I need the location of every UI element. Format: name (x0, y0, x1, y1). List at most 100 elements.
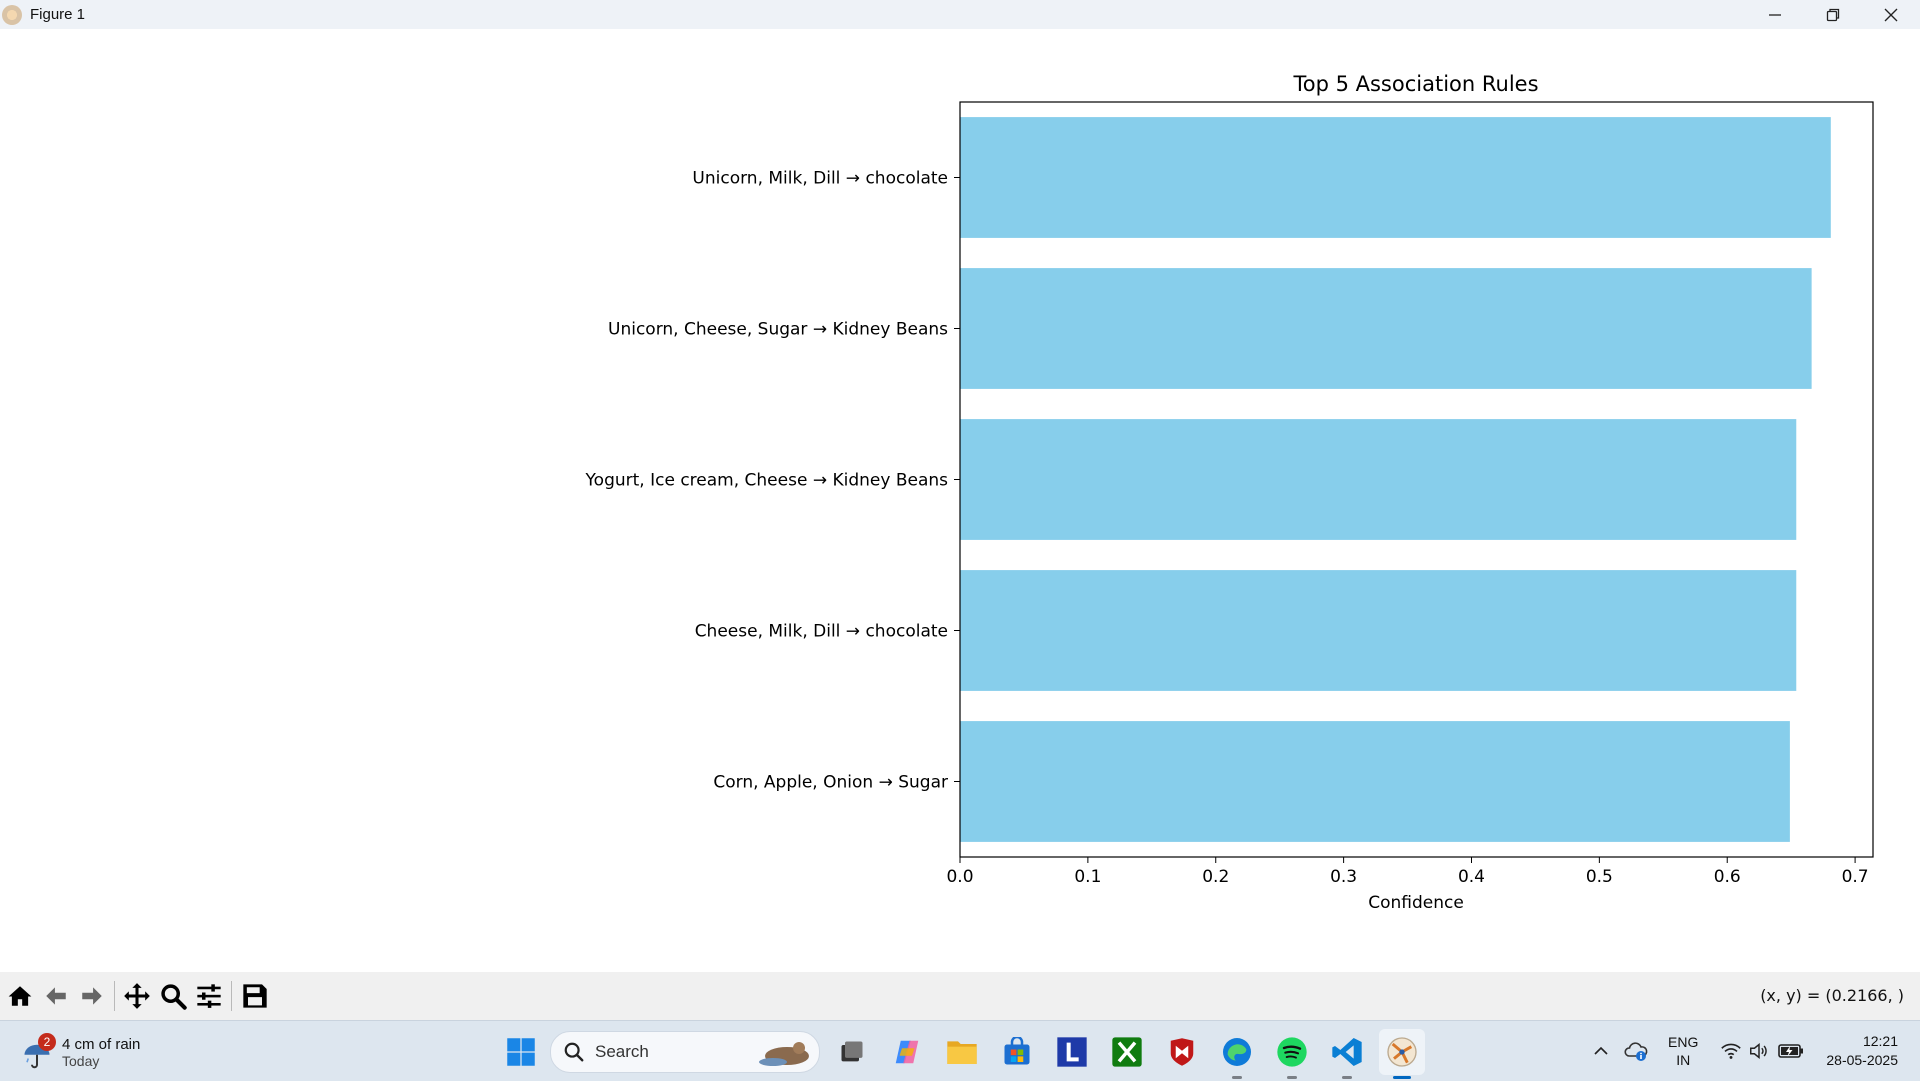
active-window-indicator (1393, 1076, 1411, 1079)
matplotlib-app-icon (2, 4, 22, 25)
vscode-button[interactable] (1324, 1029, 1370, 1079)
weather-day: Today (62, 1052, 100, 1069)
weather-text: 4 cm of rain Today (62, 1036, 140, 1069)
show-hidden-icons-button[interactable] (1592, 1042, 1610, 1060)
search-highlight-art-icon (759, 1042, 809, 1066)
bars-layer (960, 117, 1831, 842)
spotify-button[interactable] (1269, 1029, 1315, 1079)
search-icon (564, 1042, 584, 1062)
forward-button[interactable] (74, 978, 110, 1014)
restore-button[interactable] (1804, 0, 1862, 29)
y-tick-label: Unicorn, Cheese, Sugar → Kidney Beans (608, 320, 948, 340)
y-tick-label: Unicorn, Milk, Dill → chocolate (692, 169, 948, 189)
task-view-icon (841, 1041, 863, 1062)
xbox-button[interactable] (1104, 1029, 1150, 1075)
zoom-button[interactable] (155, 978, 191, 1014)
x-tick-label: 0.1 (1074, 867, 1101, 887)
copilot-icon (895, 1040, 919, 1064)
speaker-icon (1750, 1043, 1768, 1059)
onedrive-button[interactable] (1624, 1040, 1648, 1062)
minimize-button[interactable] (1746, 0, 1804, 29)
language-indicator[interactable]: ENG IN (1668, 1033, 1698, 1069)
save-icon (243, 984, 267, 1008)
system-tray: ENG IN 12:21 28-05-2025 (1592, 1021, 1920, 1081)
bar (960, 117, 1831, 238)
matplotlib-figure-button[interactable] (1379, 1029, 1425, 1079)
store-icon (1004, 1037, 1030, 1065)
sliders-icon (197, 984, 221, 1008)
system-clock[interactable]: 12:21 28-05-2025 (1826, 1032, 1898, 1070)
spotify-icon (1277, 1037, 1307, 1067)
y-tick-label: Yogurt, Ice cream, Cheese → Kidney Beans (585, 471, 949, 491)
l-app-icon (1057, 1037, 1087, 1067)
edge-button[interactable] (1214, 1029, 1260, 1079)
window-controls (1746, 0, 1920, 29)
toolbar-separator (114, 981, 115, 1011)
search-placeholder: Search (595, 1042, 649, 1061)
clock-time: 12:21 (1862, 1033, 1898, 1049)
close-button[interactable] (1862, 0, 1920, 29)
home-icon (8, 986, 32, 1006)
taskbar-apps: Search (498, 1029, 1425, 1079)
task-view-button[interactable] (829, 1029, 875, 1075)
pan-button[interactable] (119, 978, 155, 1014)
configure-subplots-button[interactable] (191, 978, 227, 1014)
copilot-button[interactable] (884, 1029, 930, 1075)
restore-icon (1826, 8, 1840, 21)
mcafee-button[interactable] (1159, 1029, 1205, 1075)
folder-icon (947, 1041, 977, 1064)
x-tick-label: 0.4 (1458, 867, 1485, 887)
minimize-icon (1769, 13, 1781, 16)
bar-chart: Top 5 Association Rules Unicorn, Milk, D… (585, 72, 1874, 913)
bar (960, 570, 1797, 691)
file-explorer-button[interactable] (939, 1029, 985, 1075)
window-titlebar: Figure 1 (0, 0, 1920, 29)
clock-date: 28-05-2025 (1826, 1052, 1898, 1068)
matplotlib-icon (1387, 1037, 1417, 1067)
y-ticks-layer: Unicorn, Milk, Dill → chocolate Unicorn, … (585, 169, 960, 793)
volume-button[interactable] (1748, 1041, 1770, 1061)
close-icon (1884, 8, 1898, 21)
forward-arrow-icon (82, 987, 102, 1005)
home-button[interactable] (2, 978, 38, 1014)
bar (960, 721, 1790, 842)
x-axis-label: Confidence (1368, 893, 1464, 913)
xbox-icon (1112, 1037, 1142, 1067)
x-tick-label: 0.2 (1202, 867, 1229, 887)
running-indicator (1342, 1076, 1352, 1079)
taskbar-search[interactable]: Search (550, 1031, 820, 1073)
microsoft-store-button[interactable] (994, 1029, 1040, 1075)
l-app-button[interactable] (1049, 1029, 1095, 1075)
weather-summary: 4 cm of rain (62, 1035, 141, 1053)
y-tick-label: Cheese, Milk, Dill → chocolate (695, 622, 948, 642)
language-code: ENG (1668, 1034, 1699, 1050)
windows-logo-icon (507, 1038, 535, 1066)
cursor-coordinates: (x, y) = (0.2166, ) (1760, 986, 1904, 1005)
battery-button[interactable] (1778, 1042, 1804, 1060)
x-tick-label: 0.7 (1842, 867, 1869, 887)
back-button[interactable] (38, 978, 74, 1014)
weather-badge: 2 (38, 1033, 56, 1051)
save-button[interactable] (236, 978, 274, 1014)
windows-taskbar: 2 4 cm of rain Today Search ENG IN 12:21… (0, 1020, 1920, 1081)
battery-charging-icon (1778, 1044, 1804, 1058)
bar (960, 419, 1797, 540)
network-button[interactable] (1720, 1041, 1742, 1061)
language-region: IN (1676, 1052, 1691, 1068)
zoom-icon (161, 984, 187, 1010)
x-tick-label: 0.0 (946, 867, 973, 887)
pan-icon (124, 983, 150, 1009)
weather-widget[interactable]: 2 4 cm of rain Today (22, 1031, 140, 1073)
toolbar-separator (231, 981, 232, 1011)
back-arrow-icon (46, 987, 66, 1005)
matplotlib-toolbar: (x, y) = (0.2166, ) (0, 972, 1920, 1020)
mcafee-shield-icon (1170, 1038, 1194, 1066)
figure-canvas[interactable]: Top 5 Association Rules Unicorn, Milk, D… (0, 29, 1920, 972)
chart-title: Top 5 Association Rules (1292, 72, 1538, 96)
x-tick-label: 0.5 (1586, 867, 1613, 887)
window-title: Figure 1 (30, 6, 86, 23)
start-button[interactable] (498, 1029, 544, 1075)
chevron-up-icon (1594, 1046, 1608, 1055)
bar (960, 268, 1812, 389)
y-tick-label: Corn, Apple, Onion → Sugar (713, 773, 948, 793)
